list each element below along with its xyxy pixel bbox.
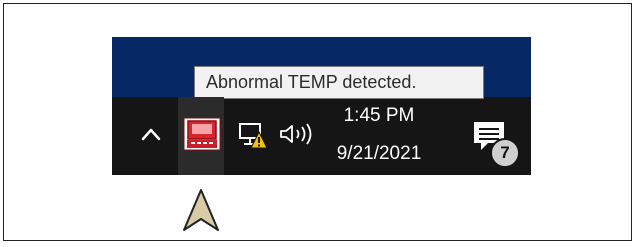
tooltip: Abnormal TEMP detected. — [194, 66, 484, 99]
volume-icon[interactable] — [277, 122, 317, 146]
temperature-monitor-app-icon[interactable] — [183, 117, 221, 151]
notification-count-badge: 7 — [490, 138, 520, 168]
chevron-up-icon[interactable] — [139, 122, 163, 146]
clock-date[interactable]: 9/21/2021 — [325, 141, 433, 167]
taskbar — [112, 97, 531, 175]
network-warning-icon[interactable] — [236, 120, 268, 150]
pointer-arrow-icon — [183, 189, 219, 231]
clock-time[interactable]: 1:45 PM — [325, 103, 433, 129]
